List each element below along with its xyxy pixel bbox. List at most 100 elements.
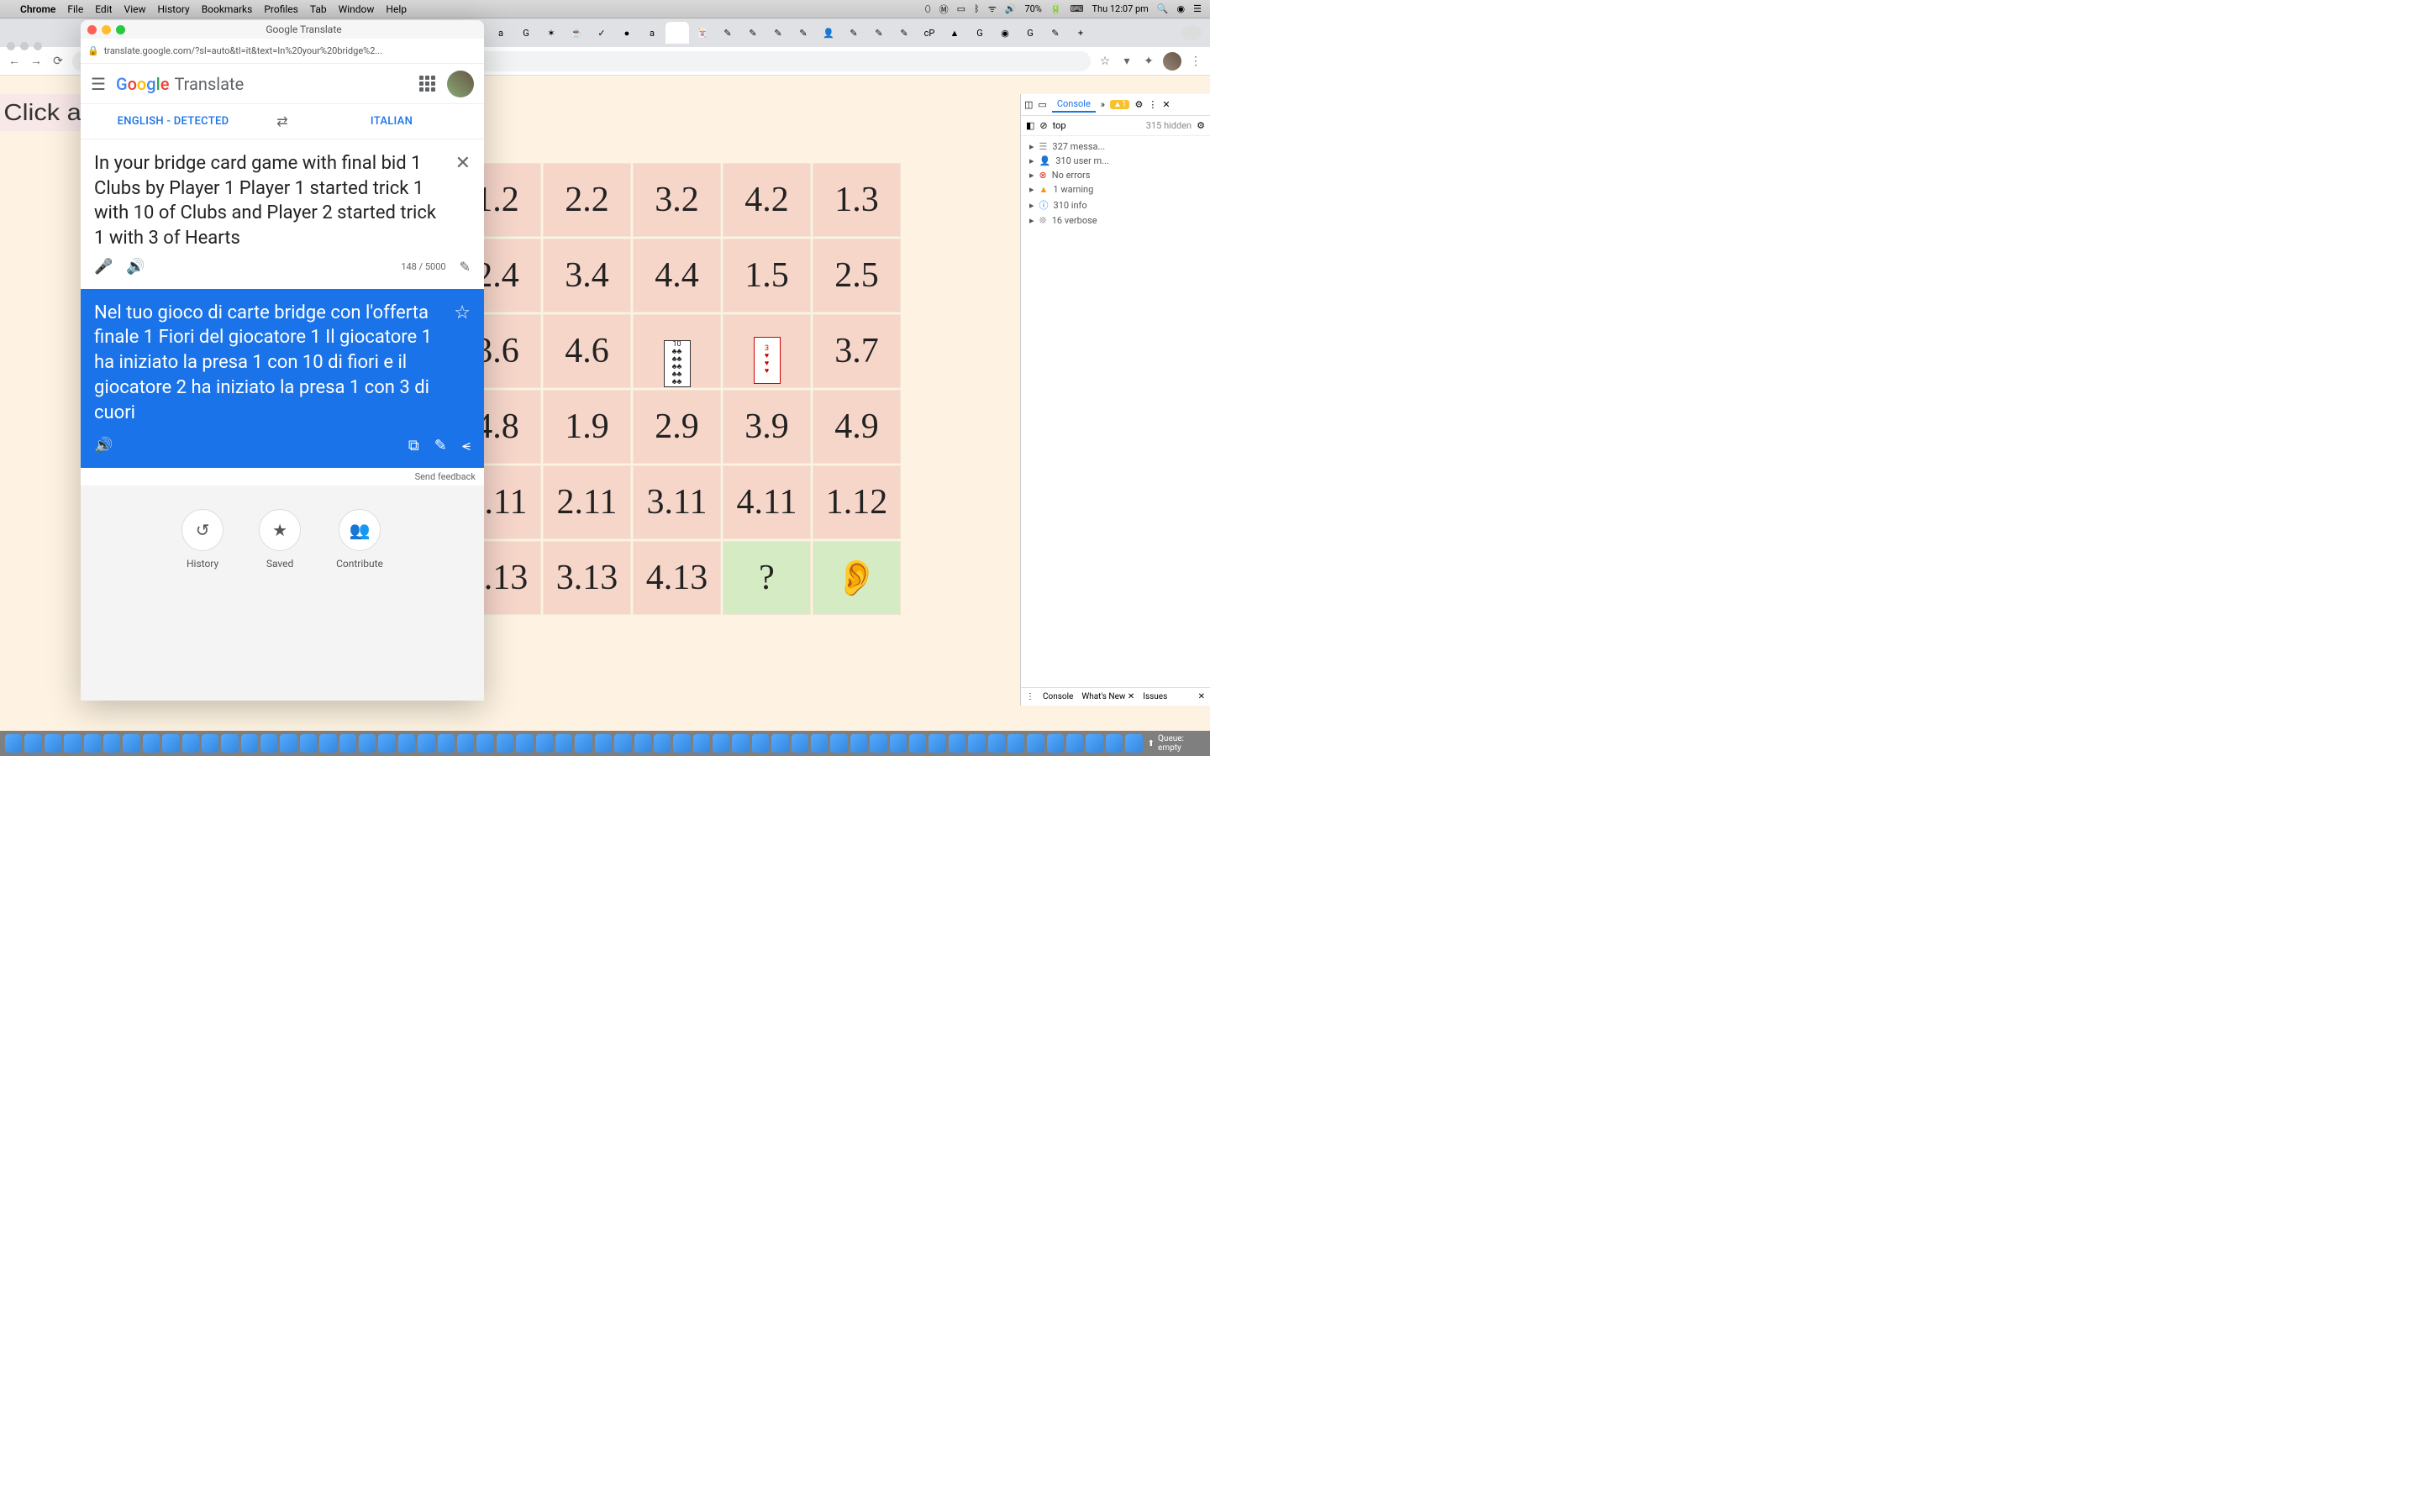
dock-app-icon[interactable] bbox=[418, 734, 434, 753]
dock-app-icon[interactable] bbox=[968, 734, 985, 753]
menu-history[interactable]: History bbox=[158, 3, 190, 15]
dock-app-icon[interactable] bbox=[64, 734, 81, 753]
menu-bookmarks[interactable]: Bookmarks bbox=[202, 3, 253, 15]
dock-app-icon[interactable] bbox=[378, 734, 395, 753]
dock-app-icon[interactable] bbox=[398, 734, 415, 753]
dock-app-icon[interactable] bbox=[1106, 734, 1123, 753]
saved-button[interactable]: ★ Saved bbox=[259, 509, 301, 701]
grid-cell[interactable]: 4.6 bbox=[543, 314, 631, 388]
dock-app-icon[interactable] bbox=[713, 734, 729, 753]
dock-app-icon[interactable] bbox=[614, 734, 631, 753]
dock-app-icon[interactable] bbox=[241, 734, 258, 753]
browser-tab[interactable]: ✎ bbox=[1044, 22, 1067, 44]
dock-app-icon[interactable] bbox=[909, 734, 926, 753]
devtools-more-tabs[interactable]: » bbox=[1101, 99, 1105, 110]
browser-tab[interactable]: ✎ bbox=[766, 22, 790, 44]
browser-tab[interactable]: cP bbox=[918, 22, 941, 44]
devtools-drawer-console[interactable]: Console bbox=[1043, 692, 1073, 701]
dock-app-icon[interactable] bbox=[1007, 734, 1024, 753]
contribute-button[interactable]: 👥 Contribute bbox=[336, 509, 383, 701]
browser-tab[interactable]: ▲ bbox=[943, 22, 966, 44]
browser-tab[interactable]: ✎ bbox=[892, 22, 916, 44]
browser-tab[interactable]: a bbox=[489, 22, 513, 44]
browser-tab[interactable]: G bbox=[514, 22, 538, 44]
browser-tab[interactable]: ✓ bbox=[590, 22, 613, 44]
grid-cell[interactable]: 4.9 bbox=[813, 390, 901, 464]
dock-app-icon[interactable] bbox=[300, 734, 317, 753]
browser-tab[interactable]: a bbox=[640, 22, 664, 44]
edit-icon[interactable]: ✎ bbox=[460, 259, 471, 275]
copy-translation-icon[interactable]: ⧉ bbox=[408, 437, 419, 454]
grid-cell[interactable]: 3.7 bbox=[813, 314, 901, 388]
grid-cell[interactable]: 10♣♣♣♣♣♣♣♣♣♣ bbox=[633, 314, 721, 388]
dock-app-icon[interactable] bbox=[870, 734, 886, 753]
dock-app-icon[interactable] bbox=[890, 734, 907, 753]
devtools-drawer-whatsnew[interactable]: What's New ✕ bbox=[1081, 692, 1134, 701]
browser-tab[interactable]: ✎ bbox=[792, 22, 815, 44]
menu-help[interactable]: Help bbox=[386, 3, 407, 15]
devtools-drawer-close[interactable]: ✕ bbox=[1198, 692, 1205, 701]
dock-app-icon[interactable] bbox=[830, 734, 847, 753]
spotlight-icon[interactable]: 🔍 bbox=[1157, 3, 1169, 14]
browser-tab[interactable]: ◉ bbox=[993, 22, 1017, 44]
dock-app-icon[interactable] bbox=[1125, 734, 1142, 753]
dock-app-icon[interactable] bbox=[24, 734, 41, 753]
menu-tab[interactable]: Tab bbox=[310, 3, 327, 15]
grid-cell[interactable]: 3.13 bbox=[543, 541, 631, 615]
devtools-filter-row[interactable]: ▸ 👤 310 user m... bbox=[1021, 154, 1210, 168]
devtools-drawer-menu[interactable]: ⋮ bbox=[1026, 692, 1034, 701]
window-minimize[interactable] bbox=[20, 42, 29, 50]
history-button[interactable]: ↺ History bbox=[182, 509, 224, 701]
menu-file[interactable]: File bbox=[67, 3, 83, 15]
dock-app-icon[interactable] bbox=[654, 734, 671, 753]
send-feedback-link[interactable]: Send feedback bbox=[81, 468, 484, 486]
grid-cell[interactable]: 4.13 bbox=[633, 541, 721, 615]
grid-cell[interactable]: 👂 bbox=[813, 541, 901, 615]
devtools-menu-icon[interactable]: ⋮ bbox=[1148, 99, 1157, 110]
clear-source-button[interactable]: ✕ bbox=[455, 151, 471, 176]
browser-tab[interactable]: ✎ bbox=[716, 22, 739, 44]
window-zoom[interactable] bbox=[34, 42, 42, 50]
devtools-sidebar-icon[interactable]: ◧ bbox=[1026, 120, 1034, 131]
google-apps-icon[interactable] bbox=[419, 76, 435, 92]
dock-app-icon[interactable] bbox=[929, 734, 945, 753]
grid-cell[interactable]: 3.11 bbox=[633, 465, 721, 539]
devtools-filter-row[interactable]: ▸ ☰ 327 messa... bbox=[1021, 139, 1210, 154]
menu-profiles[interactable]: Profiles bbox=[264, 3, 298, 15]
dock-app-icon[interactable] bbox=[182, 734, 199, 753]
dock-app-icon[interactable] bbox=[260, 734, 277, 753]
grid-cell[interactable]: 2.9 bbox=[633, 390, 721, 464]
dock-app-icon[interactable] bbox=[123, 734, 139, 753]
bluetooth-icon[interactable]: ᛒ bbox=[974, 3, 980, 14]
window-close[interactable] bbox=[87, 25, 97, 34]
dock-app-icon[interactable] bbox=[143, 734, 160, 753]
grid-cell[interactable]: 3.4 bbox=[543, 239, 631, 312]
dock-app-icon[interactable] bbox=[693, 734, 710, 753]
hamburger-menu-icon[interactable]: ☰ bbox=[91, 74, 106, 94]
dock-app-icon[interactable] bbox=[1066, 734, 1083, 753]
dock-app-icon[interactable] bbox=[438, 734, 455, 753]
browser-tab[interactable]: ✎ bbox=[741, 22, 765, 44]
grid-cell[interactable]: 2.11 bbox=[543, 465, 631, 539]
browser-tab[interactable]: G bbox=[1018, 22, 1042, 44]
grid-cell[interactable]: ? bbox=[723, 541, 811, 615]
source-language-tab[interactable]: ENGLISH - DETECTED bbox=[81, 115, 266, 128]
dock-app-icon[interactable] bbox=[732, 734, 749, 753]
browser-tab[interactable]: ☕ bbox=[565, 22, 588, 44]
menu-view[interactable]: View bbox=[124, 3, 146, 15]
grid-cell[interactable]: 1.12 bbox=[813, 465, 901, 539]
browser-tab[interactable]: 👤 bbox=[817, 22, 840, 44]
dock-app-icon[interactable] bbox=[103, 734, 120, 753]
dock-app-icon[interactable] bbox=[280, 734, 297, 753]
grid-cell[interactable]: 2.2 bbox=[543, 163, 631, 237]
brave-icon[interactable]: ▾ bbox=[1119, 54, 1134, 69]
save-translation-button[interactable]: ☆ bbox=[454, 301, 471, 326]
dock-app-icon[interactable] bbox=[850, 734, 867, 753]
grid-cell[interactable]: 3♥♥♥ bbox=[723, 314, 811, 388]
grid-cell[interactable]: 3.9 bbox=[723, 390, 811, 464]
new-tab-button[interactable]: + bbox=[1069, 22, 1092, 44]
menu-app-name[interactable]: Chrome bbox=[20, 3, 55, 15]
forward-button[interactable]: → bbox=[29, 54, 44, 69]
browser-tab[interactable]: ● bbox=[615, 22, 639, 44]
dock-app-icon[interactable] bbox=[536, 734, 553, 753]
